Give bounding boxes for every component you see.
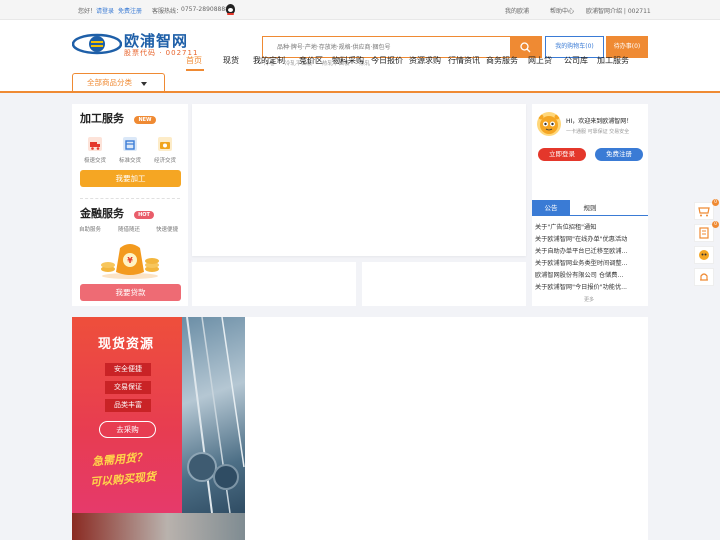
finance-feature-1: 自助服务 [78,227,101,233]
notice-tabs: 公告 规则 [532,200,648,216]
chevron-down-icon [141,82,147,86]
nav-company-library[interactable]: 公司库 [564,55,588,66]
banner-carousel[interactable] [192,104,526,256]
hotline-number: 0757-28908888 [181,6,229,13]
coin-icon[interactable] [158,137,172,151]
cart-icon[interactable] [694,202,714,220]
box-icon[interactable] [123,137,137,151]
user-panel: HI，欢迎来到欧浦智网！ 一卡通服 可靠保证 交易安全 立即登录 免费注册 公告… [532,104,648,306]
spot-promo-banner[interactable]: 现货资源 安全便捷 交易保证 品类丰富 去采购 急需用货？ 可以购买现货 [72,317,182,513]
tab-announcements[interactable]: 公告 [532,200,570,216]
search-button[interactable] [510,37,541,57]
nav-business-service[interactable]: 商务服务 [486,55,518,66]
company-intro-link[interactable]: 欧浦智网介绍 | 002711 [586,6,651,15]
nav-custom[interactable]: 我的定制 [253,55,285,66]
go-purchase-button[interactable]: 去采购 [99,421,156,438]
avatar [537,112,561,136]
steel-warehouse-image [182,317,245,513]
list-icon[interactable] [694,224,714,242]
search-input[interactable] [263,37,511,57]
nav-market-news[interactable]: 行情资讯 [448,55,480,66]
help-center-link[interactable]: 帮助中心 [550,6,574,15]
nav-bidding[interactable]: 竞价区 [299,55,323,66]
notice-item[interactable]: 关于欧浦智网"今日报价"功能优... [535,282,645,291]
promo-script-line-1: 急需用货？ [91,450,148,469]
welcome-text: HI，欢迎来到欧浦智网！ [566,118,633,125]
service-icon[interactable] [694,246,714,264]
processing-button[interactable]: 我要加工 [80,170,181,187]
processing-title: 加工服务 [80,112,124,125]
steel-coil-image [72,513,245,540]
login-link[interactable]: 请登录 [96,6,114,15]
mascot-icon [538,114,560,134]
notice-item[interactable]: 欧浦智网股份有限公司 仓储费... [535,270,645,279]
all-categories-label: 全部商品分类 [87,78,132,87]
notice-item[interactable]: 关于欧浦智网"在线办单"优惠活动 [535,234,645,243]
notice-item[interactable]: 关于自助办单平台已迁移至欧浦... [535,246,645,255]
nav-resource-request[interactable]: 资源求购 [409,55,441,66]
money-bag-icon: ¥ [101,244,159,279]
nav-spot[interactable]: 现货 [223,55,239,66]
finance-feature-3: 快速便捷 [155,227,178,233]
top-bar: 您好！ 请登录 免费注册 客服热线： 0757-28908888 我的欧浦 帮助… [0,0,720,20]
list-count-badge: 0 [712,221,719,228]
bell-icon[interactable] [694,268,714,286]
nav-home[interactable]: 首页 [186,55,202,66]
promo-script-line-2: 可以购买现货 [89,470,157,489]
greeting-text: 您好！ [78,8,97,15]
header-divider [0,91,720,93]
promo-tag: 交易保证 [105,381,151,394]
finance-title: 金融服务 [80,207,124,220]
my-oupu-link[interactable]: 我的欧浦 [505,6,529,15]
loan-button[interactable]: 我要贷款 [80,284,181,301]
hot-badge: HOT [134,211,154,219]
promo-tag: 品类丰富 [105,399,151,412]
slogan-text: 一卡通服 可靠保证 交易安全 [566,129,630,135]
svg-text:¥: ¥ [127,256,133,265]
sub-banner-right[interactable] [362,262,526,306]
promo-title: 现货资源 [98,337,155,352]
search-icon [520,42,531,53]
notice-item[interactable]: 关于"广告位招租"通知 [535,222,645,231]
nav-today-quote[interactable]: 今日报价 [371,55,403,66]
qq-icon[interactable] [226,4,235,15]
hotline-label: 客服热线： [152,8,183,15]
promo-tag: 安全便捷 [105,363,151,376]
more-link[interactable]: 更多 [584,296,594,303]
nav-material-purchase[interactable]: 物料采购 [332,55,364,66]
new-badge: NEW [134,116,156,124]
service-panel: 加工服务 NEW 极速交货 标准交货 经济交货 我要加工 金融服务 HOT 自助… [72,104,188,306]
economy-delivery-label: 经济交货 [153,158,176,164]
nav-active-indicator [186,69,204,71]
tab-rules[interactable]: 规则 [571,200,609,216]
finance-feature-2: 随借随还 [117,227,140,233]
cart-count-badge: 0 [712,199,719,206]
nav-processing[interactable]: 加工服务 [597,55,629,66]
register-button[interactable]: 免费注册 [595,148,643,161]
notice-item[interactable]: 关于欧浦智网业务类型时间调整... [535,258,645,267]
login-button[interactable]: 立即登录 [538,148,586,161]
logo-mark-icon [72,33,122,55]
nav-online-loan[interactable]: 网上贷 [528,55,552,66]
all-categories-button[interactable]: 全部商品分类 [72,73,165,92]
register-link[interactable]: 免费注册 [118,6,142,15]
fast-delivery-label: 极速交货 [83,158,106,164]
sub-banner-left[interactable] [192,262,356,306]
truck-icon[interactable] [88,137,102,151]
floating-toolbar: 0 0 [694,199,719,288]
standard-delivery-label: 标准交货 [118,158,141,164]
divider [80,198,180,199]
